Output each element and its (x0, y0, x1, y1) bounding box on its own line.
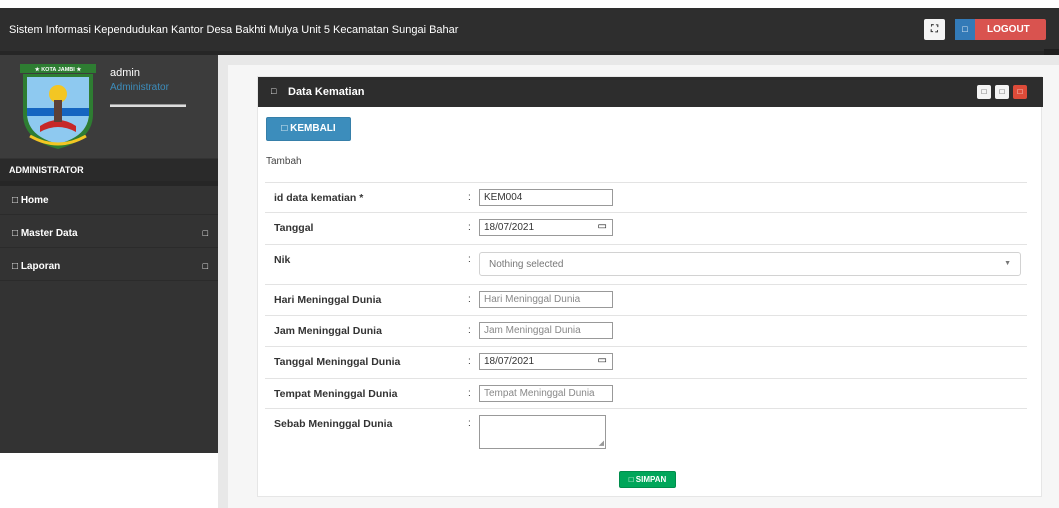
tanggal-date-input[interactable]: 18/07/2021 ▭ (479, 219, 613, 236)
field-label: Tanggal (274, 222, 314, 234)
form-row-hari: Hari Meninggal Dunia : Hari Meninggal Du… (265, 284, 1027, 315)
colon: : (468, 222, 471, 233)
sidebar-item-label: □ Laporan (12, 261, 61, 272)
jam-meninggal-input[interactable]: Jam Meninggal Dunia (479, 322, 613, 339)
colon: : (468, 418, 471, 429)
form-row-nik: Nik : Nothing selected ▼ (265, 244, 1027, 284)
kembali-button[interactable]: □ KEMBALI (266, 117, 351, 141)
sidebar-item-master-data[interactable]: □ Master Data □ (0, 220, 218, 248)
form-row-tanggal: Tanggal : 18/07/2021 ▭ (265, 212, 1027, 244)
form-row-tanggal-meninggal: Tanggal Meninggal Dunia : 18/07/2021 ▭ (265, 346, 1027, 378)
expand-icon: □ (202, 228, 208, 238)
sidebar-item-label: □ Home (12, 195, 49, 206)
remove-button[interactable]: □ (1013, 85, 1027, 99)
user-role: Administrator (110, 82, 169, 93)
simpan-button[interactable]: □ SIMPAN (619, 471, 676, 488)
colon: : (468, 254, 471, 265)
sidebar-item-label: □ Master Data (12, 228, 78, 239)
form-row-tempat: Tempat Meninggal Dunia : Tempat Meningga… (265, 378, 1027, 408)
logout-icon: □ (955, 19, 975, 40)
data-kematian-box: □ Data Kematian □ □ □ □ KEMBALI Tambah i… (257, 76, 1043, 497)
hari-meninggal-input[interactable]: Hari Meninggal Dunia (479, 291, 613, 308)
app-title: Sistem Informasi Kependudukan Kantor Des… (9, 24, 459, 36)
field-label: Tanggal Meninggal Dunia (274, 356, 401, 368)
field-label: Hari Meninggal Dunia (274, 294, 382, 306)
box-header: □ Data Kematian □ □ □ (258, 77, 1043, 107)
colon: : (468, 294, 471, 305)
collapse-button[interactable]: □ (977, 85, 991, 99)
top-navbar: Sistem Informasi Kependudukan Kantor Des… (0, 8, 1059, 55)
user-name: admin (110, 67, 140, 79)
sebab-meninggal-textarea[interactable]: ◢ (479, 415, 606, 449)
calendar-icon[interactable]: ▭ (598, 355, 607, 366)
logo-caption: ★ KOTA JAMBI ★ (35, 66, 83, 73)
menu-divider (0, 181, 218, 186)
expand-icon: □ (202, 261, 208, 271)
tanggal-meninggal-date-input[interactable]: 18/07/2021 ▭ (479, 353, 613, 370)
colon: : (468, 388, 471, 399)
sidebar-item-laporan[interactable]: □ Laporan □ (0, 253, 218, 281)
field-label: Nik (274, 254, 291, 266)
select-placeholder: Nothing selected (489, 259, 564, 270)
user-panel: ★ KOTA JAMBI ★ admin Administrator (0, 55, 218, 158)
kota-jambi-logo: ★ KOTA JAMBI ★ (20, 64, 96, 149)
field-label: Tempat Meninggal Dunia (274, 388, 398, 400)
fullscreen-icon: ⛶ (931, 24, 938, 35)
fullscreen-button[interactable]: ⛶ (924, 19, 945, 40)
window-top-frame (0, 0, 1059, 8)
form-row-jam: Jam Meninggal Dunia : Jam Meninggal Duni… (265, 315, 1027, 346)
logout-label: LOGOUT (987, 24, 1030, 35)
user-divider (110, 104, 186, 107)
box-title: Data Kematian (288, 86, 365, 98)
form-row-sebab: Sebab Meninggal Dunia : ◢ (265, 408, 1027, 458)
calendar-icon[interactable]: ▭ (598, 221, 607, 232)
chevron-down-icon: ▼ (1004, 260, 1011, 267)
sidebar-item-home[interactable]: □ Home (0, 187, 218, 215)
field-label: Jam Meninggal Dunia (274, 325, 382, 337)
field-label: id data kematian * (274, 192, 364, 204)
maximize-button[interactable]: □ (995, 85, 1009, 99)
colon: : (468, 325, 471, 336)
sidebar: ★ KOTA JAMBI ★ admin Administrator ADMIN… (0, 55, 218, 508)
colon: : (468, 356, 471, 367)
form-subtitle: Tambah (266, 156, 302, 167)
id-data-kematian-input[interactable]: KEM004 (479, 189, 613, 206)
date-value: 18/07/2021 (484, 356, 535, 367)
colon: : (468, 192, 471, 203)
form-row-id: id data kematian * : KEM004 (265, 182, 1027, 212)
sidebar-bottom-area (0, 453, 218, 508)
box-header-icon: □ (271, 86, 277, 96)
menu-header: ADMINISTRATOR (0, 159, 218, 181)
tempat-meninggal-input[interactable]: Tempat Meninggal Dunia (479, 385, 613, 402)
field-label: Sebab Meninggal Dunia (274, 418, 393, 430)
logout-button[interactable]: □ LOGOUT (955, 19, 1046, 40)
resize-handle-icon[interactable]: ◢ (599, 439, 604, 447)
nik-select[interactable]: Nothing selected ▼ (479, 252, 1021, 276)
date-value: 18/07/2021 (484, 222, 535, 233)
